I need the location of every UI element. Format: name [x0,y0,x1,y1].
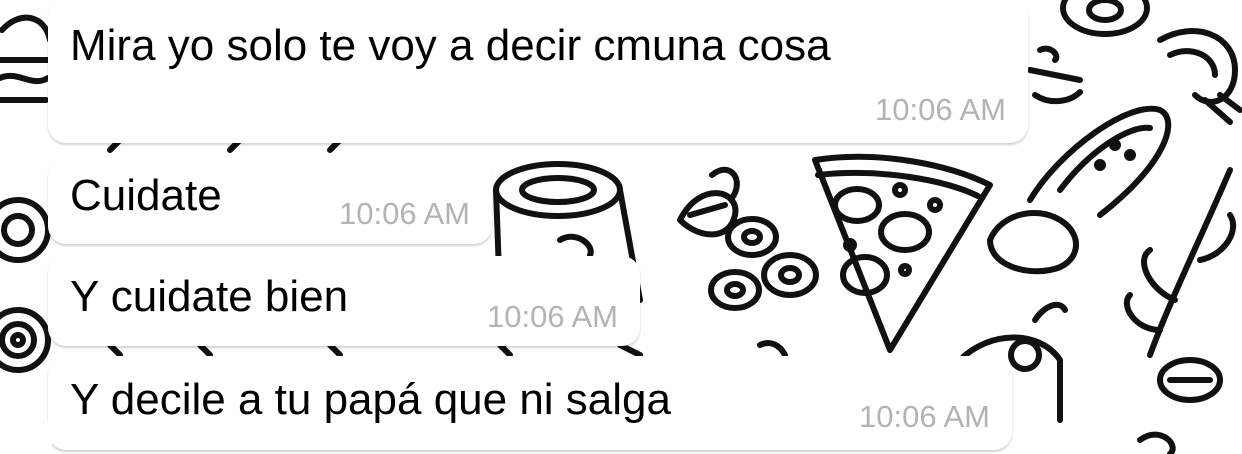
olives-doodle-icon [708,216,819,311]
swirl-doodle-icon [0,197,51,373]
message-bubble-2[interactable]: Cuidate 10:06 AM [48,160,492,244]
pizza-slice-doodle-icon [812,153,993,353]
olive-doodle-icon [1060,0,1150,37]
pretzel-doodle-icon [1137,357,1223,454]
plate-doodle-icon [1027,45,1083,105]
message-bubble-4[interactable]: Y decile a tu papá que ni salga 10:06 AM [48,356,1012,450]
message-timestamp: 10:06 AM [859,399,990,434]
shrimp-doodle-icon [1157,28,1242,125]
message-text: Y decile a tu papá que ni salga [70,375,671,424]
burger-doodle-icon [0,14,53,103]
message-text: Cuidate [70,171,222,220]
message-bubble-1[interactable]: Mira yo solo te voy a decir cmuna cosa 1… [48,0,1028,143]
leaf-doodle-icon [677,166,740,238]
message-text: Y cuidate bien [70,272,349,321]
branch-doodle-icon [1123,167,1237,358]
message-timestamp: 10:06 AM [875,92,1006,127]
message-bubble-3[interactable]: Y cuidate bien 10:06 AM [48,256,640,346]
message-text: Mira yo solo te voy a decir cmuna cosa [70,21,831,70]
message-timestamp: 10:06 AM [487,299,618,334]
message-timestamp: 10:06 AM [339,196,470,231]
bubble-tail-icon [24,412,52,446]
